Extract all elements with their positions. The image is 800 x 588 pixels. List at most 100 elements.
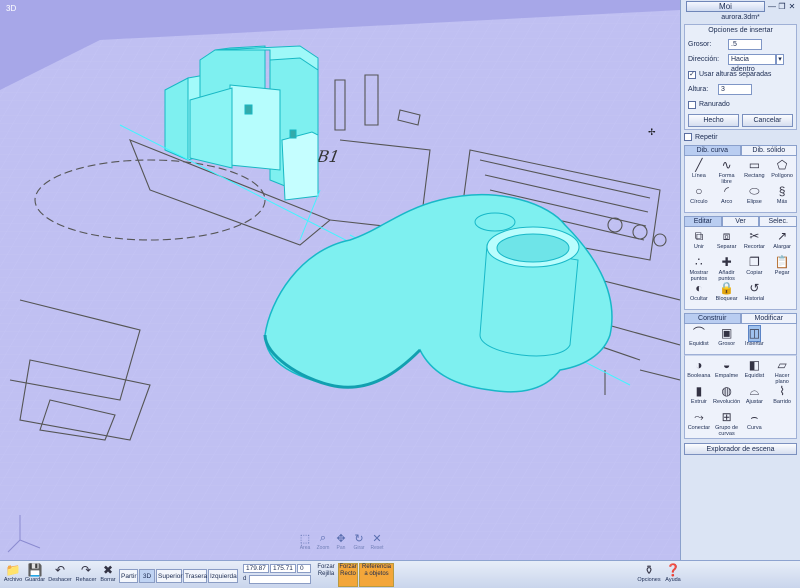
tool-trim[interactable]: ✂ Recortar <box>741 229 769 255</box>
coord-y-field[interactable]: 175.71 <box>270 564 296 573</box>
view-split-button[interactable]: Partir <box>119 569 138 583</box>
tool-arc[interactable]: ◜ Arco <box>713 184 741 210</box>
thickness-icon: ▣ <box>720 326 733 340</box>
tool-add-point[interactable]: ✚ Añadir puntos <box>713 255 741 282</box>
tool-freeform[interactable]: ∿ Forma libre <box>713 158 741 185</box>
tool-make-plane[interactable]: ▱ Hacer plano <box>768 358 796 385</box>
file-button[interactable]: 📁 Archivo <box>2 563 24 587</box>
rotate-icon: ↻ <box>354 533 364 545</box>
tool-join[interactable]: ⧉ Unir <box>685 229 713 255</box>
app-title: Moi <box>686 1 765 12</box>
tool-boolean[interactable]: ◑ Booleana <box>685 358 713 384</box>
cancel-button[interactable]: Cancelar <box>742 114 793 127</box>
bottom-toolbar: 📁 Archivo 💾 Guardar ↶ Deshacer ↷ Rehacer ✖ Bo… <box>0 560 800 588</box>
tool-network[interactable]: ⊞ Grupo de curvas <box>713 410 741 437</box>
view-left-button[interactable]: Izquierda <box>208 569 238 583</box>
separate-icon: ⧈ <box>722 229 731 243</box>
done-button[interactable]: Hecho <box>688 114 739 127</box>
tab-select[interactable]: Selec. <box>759 216 798 227</box>
view-control-area[interactable]: ⬚ Área <box>296 532 314 551</box>
view-back-button[interactable]: Trasera <box>183 569 207 583</box>
force-straight-button[interactable]: Forzar Recto <box>338 563 358 587</box>
repeat-checkbox[interactable] <box>684 133 692 141</box>
tab-draw-solid[interactable]: Dib. sólido <box>740 145 797 156</box>
tool-loft[interactable]: ⌓ Ajustar <box>741 384 769 410</box>
tab-draw-curve[interactable]: Dib. curva <box>684 145 741 156</box>
tool-thickness[interactable]: ▣ Grosor <box>713 326 741 352</box>
tool-extend[interactable]: ↗ Alargar <box>768 229 796 255</box>
redo-icon: ↷ <box>80 563 92 577</box>
circle-icon: ○ <box>695 184 703 198</box>
delete-button[interactable]: ✖ Borrar <box>99 563 117 587</box>
tool-lock[interactable]: 🔒 Bloquear <box>713 281 741 307</box>
distance-field[interactable] <box>249 575 311 584</box>
tool-more[interactable]: § Más <box>768 184 796 210</box>
coord-z-field[interactable]: 0 <box>297 564 311 573</box>
tool-line[interactable]: ╱ Línea <box>685 158 713 184</box>
restore-icon[interactable]: ❐ <box>777 2 787 11</box>
separate-heights-checkbox[interactable]: ✓ <box>688 70 696 79</box>
tab-construct[interactable]: Construir <box>684 313 741 324</box>
genie-lamp-icon: ⚱ <box>643 563 655 577</box>
undo-icon: ↶ <box>54 563 66 577</box>
tab-edit[interactable]: Editar <box>684 216 722 227</box>
tab-modify[interactable]: Modificar <box>740 313 797 324</box>
more-icon: § <box>778 184 786 198</box>
view-control-rotate[interactable]: ↻ Girar <box>350 532 368 551</box>
tool-rectangle[interactable]: ▭ Rectang <box>741 158 769 184</box>
delete-icon: ✖ <box>102 563 114 577</box>
thickness-input[interactable]: .5 <box>728 39 762 50</box>
view-top-button[interactable]: Superior <box>156 569 183 583</box>
arc-icon: ◜ <box>724 184 729 198</box>
force-grid-button[interactable]: Forzar Rejilla <box>315 563 337 587</box>
height-input[interactable]: 3 <box>718 84 752 95</box>
room-label-b1: B1 <box>315 147 341 166</box>
scene-canvas[interactable]: B1 B2 <box>0 0 680 560</box>
draw-tabs: Dib. curva Dib. sólido <box>684 145 797 156</box>
options-button[interactable]: ⚱ Opciones <box>636 563 662 587</box>
file-name: aurora.3dm* <box>721 14 760 21</box>
view-control-zoom[interactable]: ⌕ Zoom <box>314 532 332 551</box>
tool-copy[interactable]: ❐ Copiar <box>741 255 769 281</box>
cylinder-solid[interactable] <box>479 226 580 357</box>
tool-equidistant[interactable]: ⌒ Equidist <box>685 326 713 352</box>
tool-blend[interactable]: ⤳ Conectar <box>685 410 713 436</box>
tool-history[interactable]: ↺ Historial <box>741 281 769 307</box>
help-button[interactable]: ❓ Ayuda <box>662 563 684 587</box>
tool-polygon[interactable]: ⬠ Polígono <box>768 158 796 184</box>
view-control-pan[interactable]: ✥ Pan <box>332 532 350 551</box>
tool-sweep[interactable]: ⌇ Barrido <box>768 384 796 410</box>
view-3d-button[interactable]: 3D <box>139 569 155 583</box>
direction-select[interactable]: Hacia adentro <box>728 54 776 73</box>
tool-curve[interactable]: ⌢ Curva <box>741 410 769 436</box>
save-button[interactable]: 💾 Guardar <box>24 563 46 587</box>
tool-extrude[interactable]: ▮ Extruir <box>685 384 713 410</box>
extend-icon: ↗ <box>777 229 788 243</box>
boolean-icon: ◑ <box>695 358 703 372</box>
groove-checkbox[interactable] <box>688 100 696 109</box>
3d-viewport[interactable]: B1 B2 <box>0 0 680 560</box>
tool-revolve[interactable]: ◍ Revolución <box>713 384 741 410</box>
undo-button[interactable]: ↶ Deshacer <box>48 563 72 587</box>
tab-view[interactable]: Ver <box>721 216 760 227</box>
tool-hide[interactable]: ◐ Ocultar <box>685 281 713 307</box>
close-icon[interactable]: ✕ <box>787 2 797 11</box>
object-snap-button[interactable]: Referencia a objetos <box>359 563 394 587</box>
coord-x-field[interactable]: 179.87 <box>243 564 269 573</box>
tool-equidistant-2[interactable]: ◧ Equidist <box>741 358 769 384</box>
tool-circle[interactable]: ○ Círculo <box>685 184 713 210</box>
redo-button[interactable]: ↷ Rehacer <box>74 563 98 587</box>
view-control-reset[interactable]: ✕ Reset <box>368 532 386 551</box>
tool-ellipse[interactable]: ⬭ Elipse <box>741 184 769 210</box>
tool-show-points[interactable]: ∴ Mostrar puntos <box>685 255 713 282</box>
equidistant-icon: ⌒ <box>692 326 705 340</box>
tool-separate[interactable]: ⧈ Separar <box>713 229 741 255</box>
tool-fillet[interactable]: ◒ Empalme <box>713 358 741 384</box>
tool-paste[interactable]: 📋 Pegar <box>768 255 796 281</box>
scene-browser-button[interactable]: Explorador de escena <box>684 443 797 455</box>
chevron-down-icon[interactable]: ▾ <box>776 54 784 65</box>
minimize-icon[interactable]: — <box>767 2 777 11</box>
tool-insert[interactable]: ◫ Insertar <box>741 325 769 352</box>
insert-icon: ◫ <box>747 325 762 342</box>
trim-icon: ✂ <box>749 229 760 243</box>
